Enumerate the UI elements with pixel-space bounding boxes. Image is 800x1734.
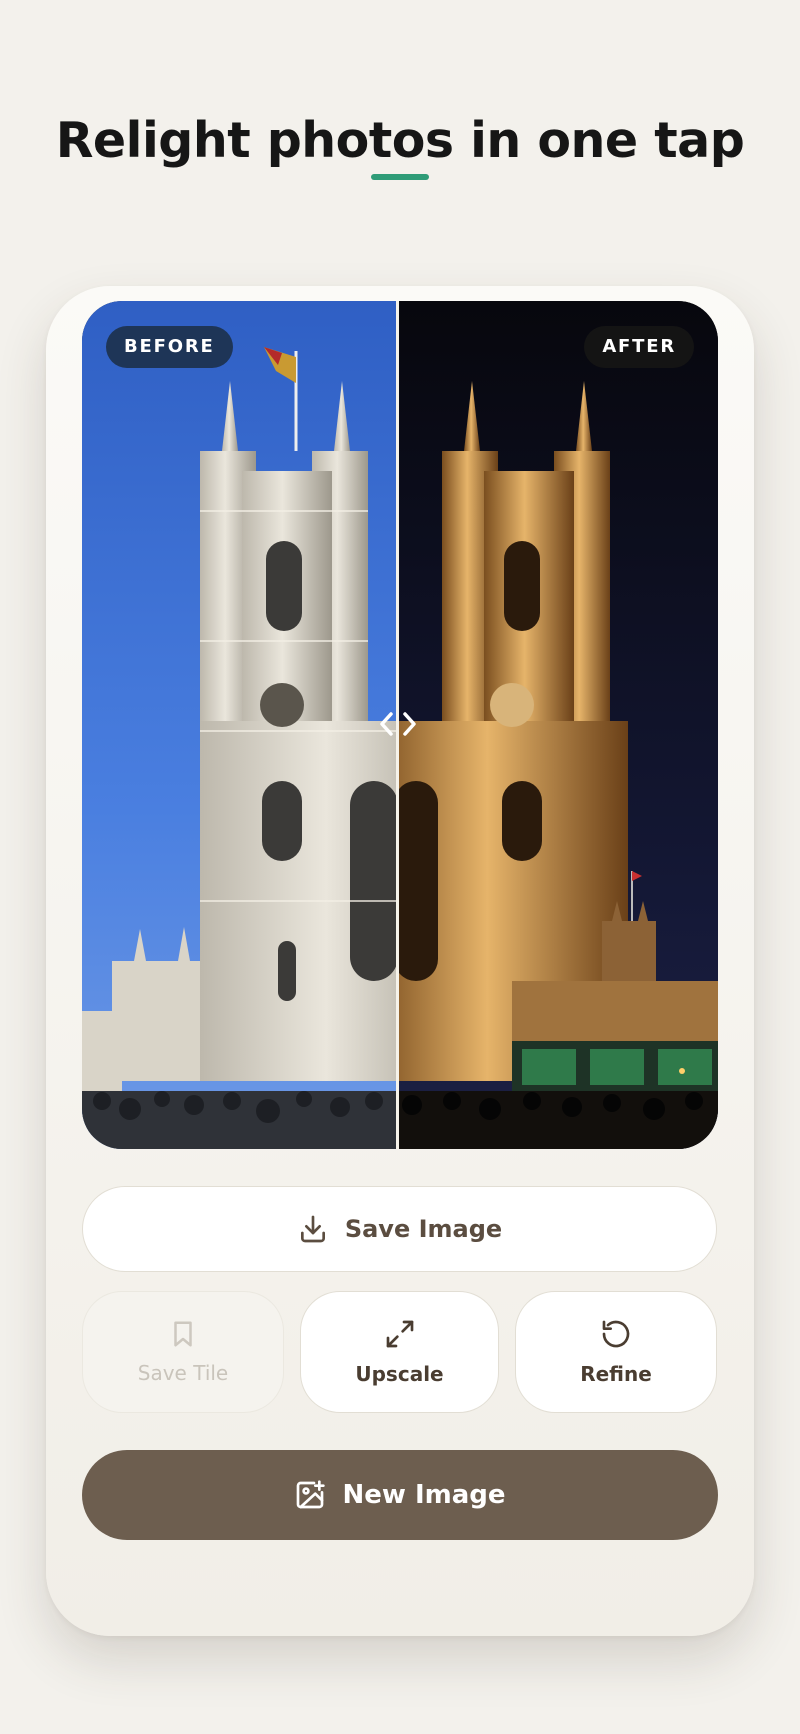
before-badge: BEFORE: [106, 326, 233, 368]
new-image-button[interactable]: New Image: [82, 1450, 718, 1540]
refine-label: Refine: [580, 1362, 652, 1386]
save-image-button[interactable]: Save Image: [82, 1186, 717, 1272]
before-image: [82, 301, 398, 1149]
save-image-label: Save Image: [344, 1215, 503, 1243]
new-image-label: New Image: [342, 1480, 506, 1510]
save-tile-button[interactable]: Save Tile: [82, 1291, 284, 1413]
rotate-ccw-icon: [600, 1318, 632, 1350]
after-image: [398, 301, 718, 1149]
upscale-button[interactable]: Upscale: [300, 1291, 499, 1413]
upscale-label: Upscale: [355, 1362, 444, 1386]
before-after-comparison[interactable]: BEFORE AFTER: [82, 301, 718, 1149]
page-headline: Relight photos in one tap: [55, 112, 745, 169]
download-icon: [297, 1213, 329, 1245]
image-plus-icon: [294, 1479, 326, 1511]
bookmark-icon: [168, 1319, 198, 1349]
save-tile-label: Save Tile: [137, 1361, 229, 1385]
after-badge: AFTER: [584, 326, 694, 368]
comparison-handle-icon[interactable]: [369, 704, 427, 744]
headline-underline: [371, 174, 429, 180]
expand-arrows-icon: [384, 1318, 416, 1350]
refine-button[interactable]: Refine: [515, 1291, 717, 1413]
